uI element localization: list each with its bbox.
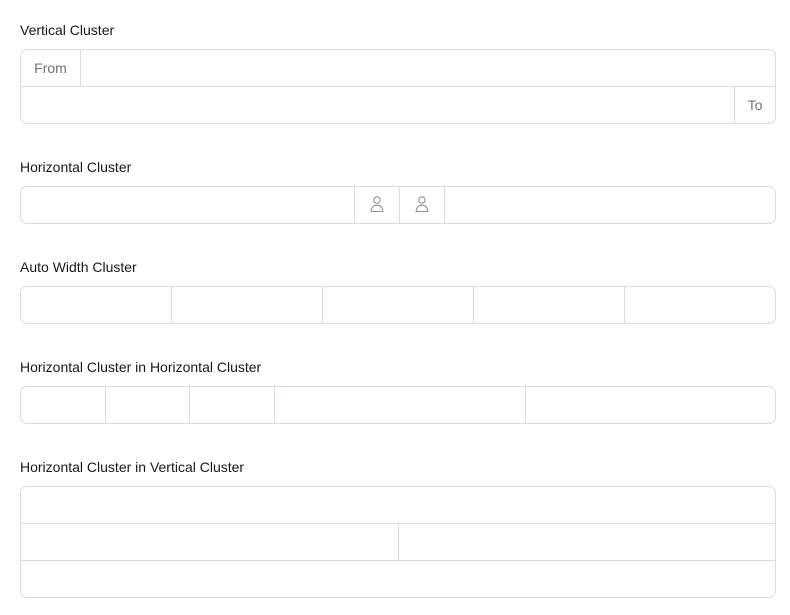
section-label-h-in-h-cluster: Horizontal Cluster in Horizontal Cluster	[20, 359, 262, 375]
auto-width-cluster-row	[21, 287, 775, 323]
vertical-cluster-row-to: To	[21, 86, 775, 123]
from-input[interactable]	[80, 50, 775, 86]
h-in-v-input-bottom[interactable]	[21, 561, 775, 597]
section-label-vertical-cluster: Vertical Cluster	[20, 22, 115, 38]
horizontal-cluster-section: Horizontal Cluster	[20, 157, 776, 224]
vertical-cluster-row-from: From	[21, 50, 775, 86]
h-in-h-cluster-section: Horizontal Cluster in Horizontal Cluster	[20, 357, 776, 424]
h-in-h-input-3[interactable]	[189, 387, 274, 423]
h-in-h-cluster-row	[21, 387, 775, 423]
user-addon-2	[399, 187, 444, 223]
from-addon: From	[34, 60, 67, 76]
section-label-auto-width-cluster: Auto Width Cluster	[20, 259, 137, 275]
section-label-h-in-v-cluster: Horizontal Cluster in Vertical Cluster	[20, 459, 245, 475]
h-in-v-input-top[interactable]	[21, 487, 775, 523]
h-in-v-cluster	[20, 486, 776, 598]
h-in-v-row-1	[21, 487, 775, 523]
horizontal-input-right[interactable]	[444, 187, 775, 223]
h-in-h-cluster	[20, 386, 776, 424]
user-icon	[370, 195, 384, 216]
to-addon: To	[734, 87, 775, 123]
auto-width-input-5[interactable]	[624, 287, 775, 323]
user-addon-1	[354, 187, 399, 223]
user-icon	[415, 195, 429, 216]
auto-width-cluster	[20, 286, 776, 324]
h-in-h-input-1[interactable]	[21, 387, 105, 423]
h-in-h-input-4[interactable]	[274, 387, 525, 423]
auto-width-input-1[interactable]	[21, 287, 171, 323]
auto-width-input-4[interactable]	[473, 287, 624, 323]
vertical-cluster: From To	[20, 49, 776, 124]
h-in-h-input-5[interactable]	[525, 387, 775, 423]
h-in-v-input-middle-right[interactable]	[397, 524, 775, 560]
section-label-horizontal-cluster: Horizontal Cluster	[20, 159, 132, 175]
auto-width-input-3[interactable]	[322, 287, 473, 323]
h-in-v-cluster-section: Horizontal Cluster in Vertical Cluster	[20, 457, 776, 598]
auto-width-input-2[interactable]	[171, 287, 322, 323]
h-in-v-row-2	[21, 523, 775, 560]
horizontal-cluster-row	[21, 187, 775, 223]
to-input[interactable]	[21, 87, 734, 123]
h-in-v-row-3	[21, 560, 775, 597]
vertical-cluster-section: Vertical Cluster From To	[20, 20, 776, 124]
horizontal-input-left[interactable]	[21, 187, 354, 223]
horizontal-cluster	[20, 186, 776, 224]
auto-width-cluster-section: Auto Width Cluster	[20, 257, 776, 324]
h-in-h-input-2[interactable]	[105, 387, 189, 423]
h-in-v-input-middle-left[interactable]	[21, 524, 398, 560]
